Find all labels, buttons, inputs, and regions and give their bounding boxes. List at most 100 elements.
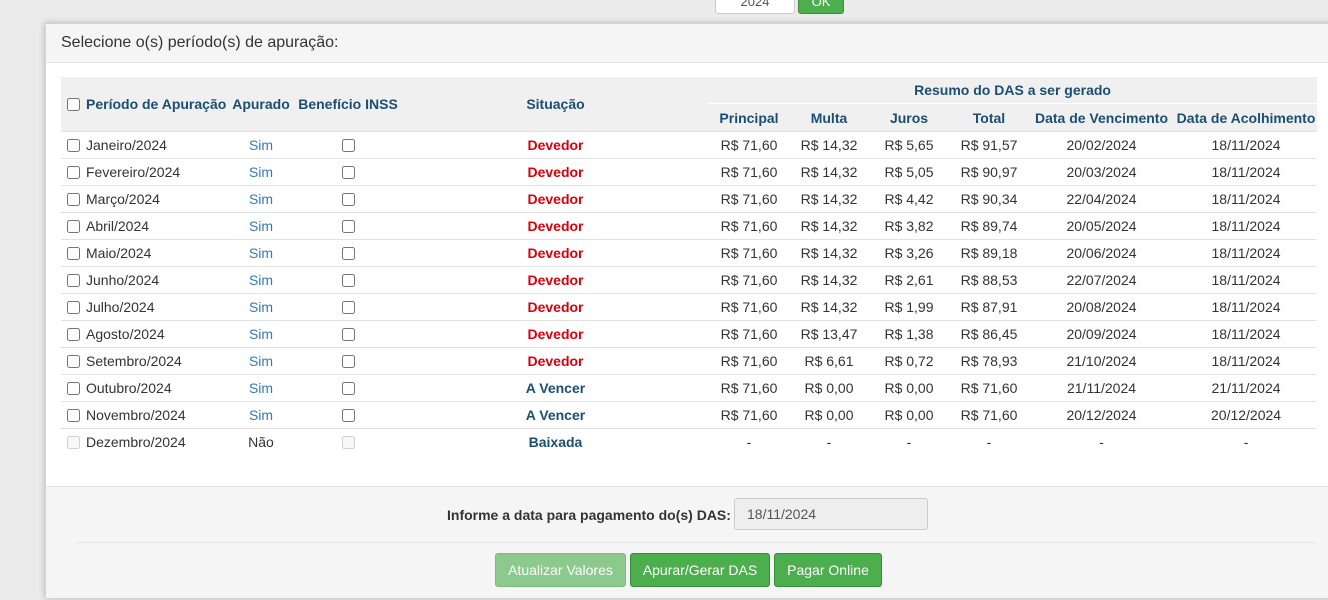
principal-cell: R$ 71,60	[708, 266, 790, 294]
beneficio-inss-checkbox[interactable]	[342, 246, 355, 260]
beneficio-inss-checkbox[interactable]	[342, 300, 355, 314]
period-checkbox[interactable]	[67, 301, 80, 314]
table-row: Dezembro/2024 Não Baixada - - - - - -	[61, 428, 1318, 455]
multa-cell: -	[790, 428, 868, 455]
apurar-gerar-das-button[interactable]: Apurar/Gerar DAS	[630, 553, 770, 587]
beneficio-inss-checkbox[interactable]	[342, 327, 355, 341]
juros-cell: R$ 5,65	[868, 131, 950, 159]
juros-cell: R$ 3,82	[868, 212, 950, 240]
beneficio-inss-checkbox[interactable]	[342, 273, 355, 287]
period-checkbox[interactable]	[67, 139, 80, 152]
situacao-cell: Devedor	[403, 320, 708, 348]
principal-cell: R$ 71,60	[708, 347, 790, 375]
beneficio-inss-cell	[293, 293, 403, 321]
beneficio-inss-cell	[293, 131, 403, 159]
vencimento-cell: 22/07/2024	[1028, 266, 1175, 294]
vencimento-cell: 20/12/2024	[1028, 401, 1175, 429]
multa-cell: R$ 14,32	[790, 158, 868, 186]
apurado-cell[interactable]: Sim	[229, 158, 293, 186]
payment-date-input[interactable]	[734, 498, 928, 530]
situacao-cell: Devedor	[403, 347, 708, 375]
beneficio-inss-checkbox[interactable]	[342, 192, 355, 206]
ok-button[interactable]: OK	[798, 0, 844, 14]
period-cell: Outubro/2024	[61, 374, 229, 402]
period-cell: Maio/2024	[61, 239, 229, 267]
apurado-cell[interactable]: Sim	[229, 374, 293, 402]
apurado-cell[interactable]: Sim	[229, 185, 293, 213]
vencimento-cell: 21/11/2024	[1028, 374, 1175, 402]
multa-cell: R$ 14,32	[790, 239, 868, 267]
vencimento-cell: 20/08/2024	[1028, 293, 1175, 321]
juros-cell: R$ 4,42	[868, 185, 950, 213]
beneficio-inss-checkbox[interactable]	[342, 219, 355, 233]
situacao-cell: Devedor	[403, 158, 708, 186]
principal-cell: R$ 71,60	[708, 158, 790, 186]
select-all-checkbox[interactable]	[67, 98, 80, 111]
period-checkbox[interactable]	[67, 247, 80, 260]
beneficio-inss-cell	[293, 266, 403, 294]
period-checkbox[interactable]	[67, 220, 80, 233]
atualizar-valores-button[interactable]: Atualizar Valores	[495, 553, 626, 587]
juros-cell: R$ 0,72	[868, 347, 950, 375]
apurado-cell[interactable]: Sim	[229, 401, 293, 429]
apurado-cell[interactable]: Sim	[229, 293, 293, 321]
apurado-cell[interactable]: Sim	[229, 212, 293, 240]
payment-footer: Informe a data para pagamento do(s) DAS:…	[46, 486, 1328, 598]
acolhimento-cell: 20/12/2024	[1175, 401, 1318, 429]
vencimento-cell: -	[1028, 428, 1175, 455]
apurado-cell[interactable]: Sim	[229, 239, 293, 267]
beneficio-inss-checkbox[interactable]	[342, 408, 355, 422]
panel-title: Selecione o(s) período(s) de apuração:	[46, 24, 1328, 63]
period-cell: Março/2024	[61, 185, 229, 213]
acolhimento-cell: -	[1175, 428, 1318, 455]
principal-cell: R$ 71,60	[708, 185, 790, 213]
situacao-cell: Devedor	[403, 293, 708, 321]
period-checkbox	[67, 436, 80, 449]
situacao-cell: Devedor	[403, 266, 708, 294]
apurado-cell[interactable]: Sim	[229, 131, 293, 159]
pagar-online-button[interactable]: Pagar Online	[774, 553, 882, 587]
period-checkbox[interactable]	[67, 166, 80, 179]
beneficio-inss-checkbox[interactable]	[342, 354, 355, 368]
beneficio-inss-checkbox[interactable]	[342, 138, 355, 152]
beneficio-inss-checkbox[interactable]	[342, 165, 355, 179]
period-checkbox[interactable]	[67, 274, 80, 287]
table-row: Agosto/2024 Sim Devedor R$ 71,60 R$ 13,47 R$ …	[61, 320, 1318, 348]
total-cell: R$ 87,91	[950, 293, 1028, 321]
beneficio-inss-cell	[293, 428, 403, 455]
juros-cell: R$ 0,00	[868, 401, 950, 429]
acolhimento-cell: 18/11/2024	[1175, 212, 1318, 240]
apurado-cell[interactable]: Sim	[229, 347, 293, 375]
total-cell: R$ 71,60	[950, 374, 1028, 402]
juros-cell: R$ 2,61	[868, 266, 950, 294]
total-cell: R$ 90,97	[950, 158, 1028, 186]
acolhimento-cell: 18/11/2024	[1175, 239, 1318, 267]
vencimento-cell: 20/09/2024	[1028, 320, 1175, 348]
table-row: Maio/2024 Sim Devedor R$ 71,60 R$ 14,32 R$ 3,…	[61, 239, 1318, 267]
period-checkbox[interactable]	[67, 328, 80, 341]
total-cell: R$ 89,74	[950, 212, 1028, 240]
situacao-cell: Devedor	[403, 185, 708, 213]
beneficio-inss-cell	[293, 401, 403, 429]
year-select[interactable]: 2024	[715, 0, 795, 14]
total-cell: -	[950, 428, 1028, 455]
situacao-cell: A Vencer	[403, 401, 708, 429]
table-row: Junho/2024 Sim Devedor R$ 71,60 R$ 14,32 R$ 2…	[61, 266, 1318, 294]
period-cell: Dezembro/2024	[61, 428, 229, 455]
beneficio-inss-cell	[293, 320, 403, 348]
multa-cell: R$ 14,32	[790, 293, 868, 321]
period-cell: Fevereiro/2024	[61, 158, 229, 186]
apurado-cell[interactable]: Sim	[229, 320, 293, 348]
table-row: Setembro/2024 Sim Devedor R$ 71,60 R$ 6,61 R$…	[61, 347, 1318, 375]
period-checkbox[interactable]	[67, 409, 80, 422]
multa-cell: R$ 6,61	[790, 347, 868, 375]
principal-cell: R$ 71,60	[708, 374, 790, 402]
acolhimento-cell: 18/11/2024	[1175, 185, 1318, 213]
situacao-cell: Devedor	[403, 239, 708, 267]
period-checkbox[interactable]	[67, 355, 80, 368]
juros-cell: R$ 0,00	[868, 374, 950, 402]
period-checkbox[interactable]	[67, 382, 80, 395]
period-checkbox[interactable]	[67, 193, 80, 206]
apurado-cell[interactable]: Sim	[229, 266, 293, 294]
beneficio-inss-checkbox[interactable]	[342, 381, 355, 395]
